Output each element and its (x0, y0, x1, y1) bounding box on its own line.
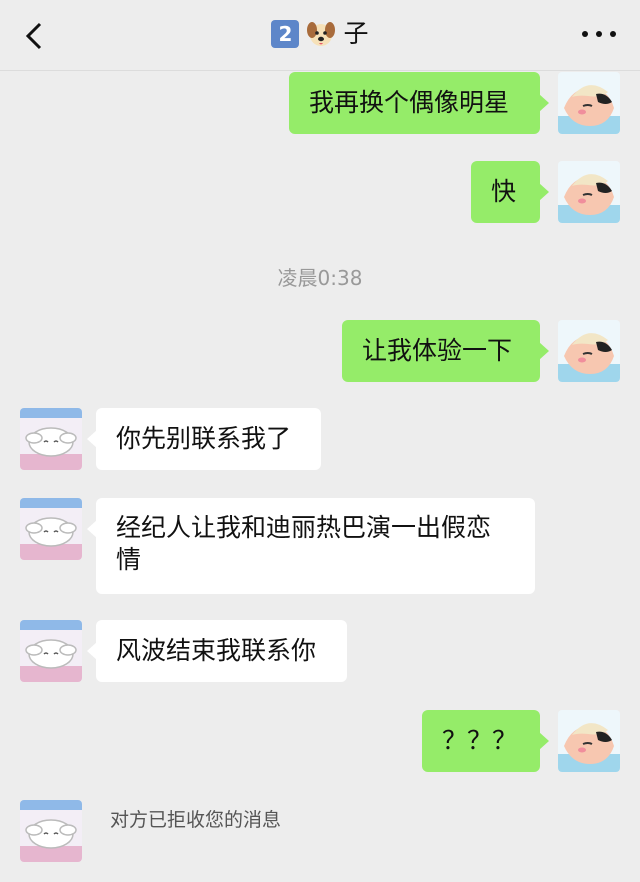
my-avatar[interactable] (558, 320, 620, 382)
message-bubble[interactable]: 风波结束我联系你 (87, 620, 347, 682)
more-dot-icon (582, 31, 588, 37)
more-dot-icon (610, 31, 616, 37)
more-options-button[interactable] (582, 27, 616, 41)
boy-avatar-icon (558, 710, 620, 772)
bunny-avatar-icon (20, 408, 82, 470)
message-text: 快 (491, 177, 517, 206)
message-text: 经纪人让我和迪丽热巴演一出假恋情 (116, 513, 492, 574)
title-text: 子 (343, 19, 369, 48)
boy-avatar-icon (558, 161, 620, 223)
message-bubble[interactable]: 你先别联系我了 (87, 408, 321, 470)
contact-avatar[interactable] (20, 408, 82, 470)
message-text: 我再换个偶像明星 (309, 88, 510, 117)
contact-avatar[interactable] (20, 498, 82, 560)
my-avatar[interactable] (558, 161, 620, 223)
chat-title: 2 子 (0, 18, 640, 50)
message-text: 让我体验一下 (362, 336, 513, 365)
dog-face-icon (307, 22, 336, 46)
bunny-avatar-icon (20, 498, 82, 560)
message-bubble[interactable]: 让我体验一下 (342, 320, 549, 382)
message-timestamp: 凌晨0:38 (277, 266, 363, 290)
message-bubble[interactable]: 我再换个偶像明星 (289, 72, 549, 134)
title-number-badge: 2 (271, 20, 300, 48)
bunny-avatar-icon (20, 800, 82, 862)
message-text: 风波结束我联系你 (116, 636, 317, 665)
message-bubble[interactable]: ？？？ (422, 710, 549, 772)
message-text: ？？？ (442, 726, 518, 755)
chat-header: 2 子 (0, 0, 640, 71)
more-dot-icon (596, 31, 602, 37)
bunny-avatar-icon (20, 620, 82, 682)
my-avatar[interactable] (558, 710, 620, 772)
boy-avatar-icon (558, 72, 620, 134)
message-bubble[interactable]: 快 (471, 161, 549, 223)
contact-avatar[interactable] (20, 800, 82, 862)
message-bubble[interactable]: 经纪人让我和迪丽热巴演一出假恋情 (87, 498, 535, 594)
my-avatar[interactable] (558, 72, 620, 134)
message-text: 你先别联系我了 (116, 424, 292, 453)
boy-avatar-icon (558, 320, 620, 382)
system-message: 对方已拒收您的消息 (110, 809, 282, 831)
contact-avatar[interactable] (20, 620, 82, 682)
